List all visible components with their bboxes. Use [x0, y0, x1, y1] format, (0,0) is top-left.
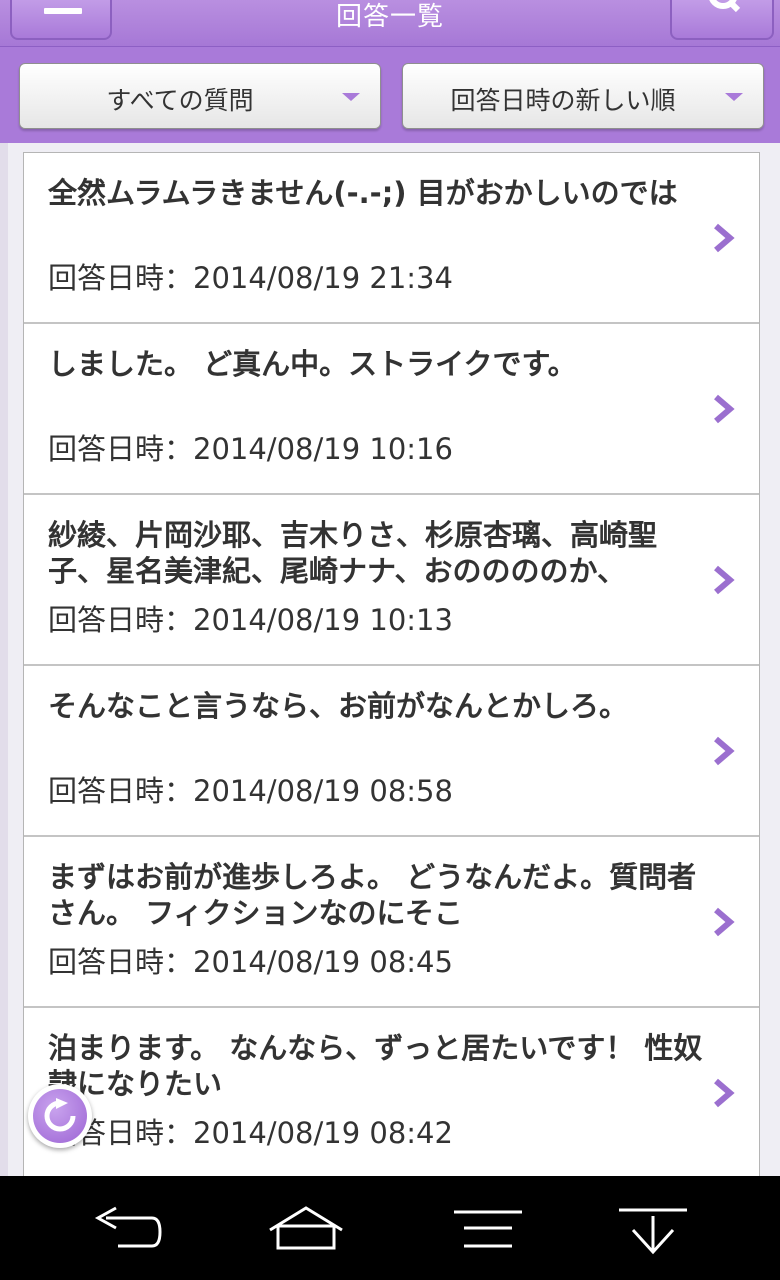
- chevron-right-icon: [714, 394, 735, 424]
- page-title: 回答一覧: [335, 2, 444, 32]
- refresh-icon: [44, 1098, 76, 1132]
- chevron-down-icon: [725, 93, 743, 101]
- chevron-right-icon: [714, 1078, 735, 1108]
- home-button[interactable]: [208, 1176, 403, 1280]
- refresh-button[interactable]: [28, 1084, 92, 1148]
- answer-date: 回答日時：2014/08/19 10:13: [48, 603, 453, 637]
- sort-dropdown[interactable]: 回答日時の新しい順: [402, 63, 764, 129]
- answer-text: そんなこと言うなら、お前がなんとかしろ。: [48, 689, 629, 723]
- answer-list: 全然ムラムラきません(-.-;) 目がおかしいのでは 回答日時：2014/08/…: [23, 152, 760, 1176]
- sort-dropdown-label: 回答日時の新しい順: [450, 86, 676, 115]
- answer-text: 紗綾、片岡沙耶、吉木りさ、杉原杏璃、高崎聖子、星名美津紀、尾崎ナナ、おののののか…: [48, 518, 658, 588]
- answer-item[interactable]: まずはお前が進歩しろよ。 どうなんだよ。質問者さん。 フィクションなのにそこ 回…: [24, 837, 759, 1008]
- search-icon: [709, 0, 741, 13]
- left-edge-strip: [0, 143, 8, 1176]
- chevron-right-icon: [714, 736, 735, 766]
- system-nav-bar: [0, 1176, 780, 1280]
- chevron-down-icon: [342, 93, 360, 101]
- collapse-button[interactable]: [555, 1176, 750, 1280]
- back-icon: [94, 1206, 162, 1248]
- title-bar: 回答一覧: [0, 0, 780, 47]
- chevron-right-icon: [714, 565, 735, 595]
- category-dropdown[interactable]: すべての質問: [19, 63, 381, 129]
- answer-text: 泊まります。 なんなら、ずっと居たいです！ 性奴隷になりたい: [48, 1031, 703, 1101]
- filter-bar: すべての質問 回答日時の新しい順: [0, 47, 780, 143]
- answer-item[interactable]: 全然ムラムラきません(-.-;) 目がおかしいのでは 回答日時：2014/08/…: [24, 153, 759, 324]
- answer-item[interactable]: そんなこと言うなら、お前がなんとかしろ。 回答日時：2014/08/19 08:…: [24, 666, 759, 837]
- chevron-right-icon: [714, 907, 735, 937]
- menu-lines-icon: [453, 1210, 522, 1248]
- answer-item[interactable]: 紗綾、片岡沙耶、吉木りさ、杉原杏璃、高崎聖子、星名美津紀、尾崎ナナ、おののののか…: [24, 495, 759, 666]
- answer-text: 全然ムラムラきません(-.-;) 目がおかしいのでは: [48, 176, 678, 210]
- collapse-down-icon: [618, 1208, 687, 1255]
- answer-date: 回答日時：2014/08/19 08:42: [48, 1116, 453, 1150]
- answer-item[interactable]: 泊まります。 なんなら、ずっと居たいです！ 性奴隷になりたい 回答日時：2014…: [24, 1008, 759, 1176]
- category-dropdown-label: すべての質問: [106, 86, 254, 115]
- search-button[interactable]: [670, 0, 774, 40]
- chevron-right-icon: [714, 223, 735, 253]
- answer-date: 回答日時：2014/08/19 08:58: [48, 774, 453, 808]
- answer-text: まずはお前が進歩しろよ。 どうなんだよ。質問者さん。 フィクションなのにそこ: [48, 860, 697, 930]
- answer-date: 回答日時：2014/08/19 08:45: [48, 945, 453, 979]
- home-icon: [268, 1206, 343, 1250]
- answer-date: 回答日時：2014/08/19 21:34: [48, 261, 453, 295]
- answer-item[interactable]: しました。 ど真ん中。ストライクです。 回答日時：2014/08/19 10:1…: [24, 324, 759, 495]
- answer-date: 回答日時：2014/08/19 10:16: [48, 432, 453, 466]
- answer-list-container[interactable]: 全然ムラムラきません(-.-;) 目がおかしいのでは 回答日時：2014/08/…: [0, 143, 780, 1176]
- answer-text: しました。 ど真ん中。ストライクです。: [48, 347, 577, 381]
- back-button[interactable]: [30, 1176, 225, 1280]
